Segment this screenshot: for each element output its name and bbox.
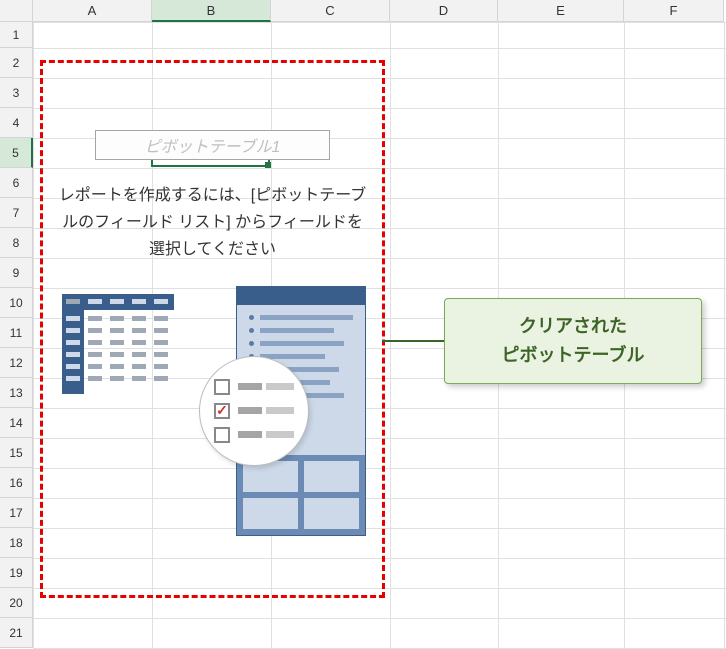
- callout-line1: クリアされた: [519, 312, 627, 341]
- select-all-corner[interactable]: [0, 0, 33, 22]
- magnifier-graphic-icon: ✓: [199, 356, 309, 466]
- row-header[interactable]: 11: [0, 318, 33, 348]
- row-header[interactable]: 19: [0, 558, 33, 588]
- row-header[interactable]: 17: [0, 498, 33, 528]
- callout-label: クリアされた ピボットテーブル: [444, 298, 702, 384]
- column-header[interactable]: A: [33, 0, 152, 22]
- column-header[interactable]: B: [152, 0, 271, 22]
- column-header[interactable]: C: [271, 0, 390, 22]
- row-header[interactable]: 8: [0, 228, 33, 258]
- column-header[interactable]: F: [624, 0, 724, 22]
- row-header[interactable]: 1: [0, 22, 33, 48]
- row-header[interactable]: 3: [0, 78, 33, 108]
- pivot-title: ピボットテーブル1: [95, 130, 330, 160]
- column-header[interactable]: E: [498, 0, 624, 22]
- checkmark-icon: ✓: [214, 403, 230, 419]
- row-header[interactable]: 16: [0, 468, 33, 498]
- row-header[interactable]: 6: [0, 168, 33, 198]
- row-header[interactable]: 5: [0, 138, 33, 168]
- row-header[interactable]: 21: [0, 618, 33, 648]
- pivot-hint-text: レポートを作成するには、[ピボットテーブルのフィールド リスト] からフィールド…: [50, 172, 375, 276]
- row-header[interactable]: 7: [0, 198, 33, 228]
- callout-connector-line: [382, 340, 446, 342]
- callout-line2: ピボットテーブル: [502, 341, 645, 370]
- row-header[interactable]: 20: [0, 588, 33, 618]
- table-graphic-icon: [62, 294, 174, 394]
- row-header[interactable]: 9: [0, 258, 33, 288]
- column-headers: ABCDEF: [33, 0, 724, 22]
- row-header[interactable]: 15: [0, 438, 33, 468]
- row-headers: 123456789101112131415161718192021: [0, 22, 33, 648]
- spreadsheet: ABCDEF 123456789101112131415161718192021…: [0, 0, 726, 649]
- row-header[interactable]: 12: [0, 348, 33, 378]
- pivot-placeholder: ピボットテーブル1 レポートを作成するには、[ピボットテーブルのフィールド リス…: [50, 70, 375, 526]
- column-header[interactable]: D: [390, 0, 498, 22]
- pivot-illustration: ✓: [50, 276, 375, 526]
- row-header[interactable]: 4: [0, 108, 33, 138]
- row-header[interactable]: 10: [0, 288, 33, 318]
- row-header[interactable]: 13: [0, 378, 33, 408]
- row-header[interactable]: 2: [0, 48, 33, 78]
- row-header[interactable]: 14: [0, 408, 33, 438]
- row-header[interactable]: 18: [0, 528, 33, 558]
